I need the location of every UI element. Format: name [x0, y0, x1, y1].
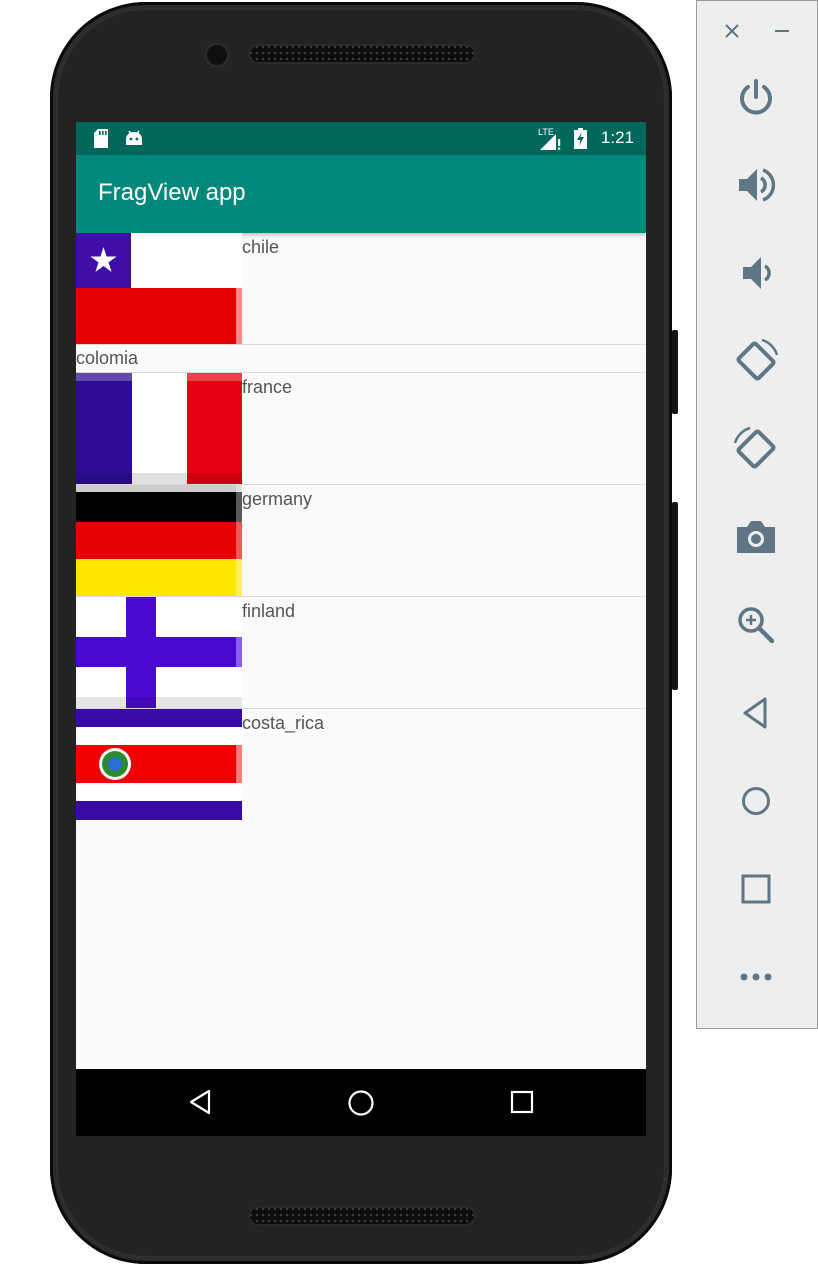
overview-icon — [741, 874, 771, 904]
top-speaker — [248, 44, 476, 64]
battery-icon — [574, 128, 587, 149]
back-icon[interactable] — [188, 1089, 214, 1115]
home-icon — [742, 787, 770, 815]
rotate-left-button[interactable] — [727, 332, 785, 390]
finland-flag — [76, 597, 242, 708]
rotate-left-icon — [736, 338, 779, 381]
list-item-label: germany — [242, 489, 313, 509]
list-item[interactable]: chile — [76, 233, 646, 345]
rotate-right-button[interactable] — [727, 420, 785, 478]
navigation-bar — [76, 1069, 646, 1136]
power-icon — [740, 79, 772, 115]
back-icon — [743, 697, 767, 729]
list-item-label: finland — [242, 601, 296, 621]
more-icon — [740, 973, 772, 981]
chile-flag — [76, 233, 242, 344]
emulator-home-button[interactable] — [727, 772, 785, 830]
volume-side-button[interactable] — [672, 502, 678, 690]
signal-icon — [540, 134, 561, 150]
app-bar: FragView app — [76, 155, 646, 233]
volume-down-icon — [743, 257, 771, 289]
recents-icon[interactable] — [510, 1090, 534, 1114]
emulator-back-button[interactable] — [727, 684, 785, 742]
list-item[interactable]: finland — [76, 597, 646, 709]
power-side-button[interactable] — [672, 330, 678, 414]
zoom-icon — [738, 607, 775, 644]
list-item[interactable]: germany — [76, 485, 646, 597]
status-bar: LTE 1:21 — [76, 122, 646, 155]
volume-up-button[interactable] — [727, 156, 785, 214]
volume-up-icon — [739, 168, 776, 202]
more-button[interactable] — [727, 948, 785, 1006]
close-icon[interactable] — [724, 23, 740, 39]
list-item-label: chile — [242, 237, 280, 257]
list-item[interactable]: france — [76, 373, 646, 485]
device-screen: LTE 1:21 FragView app chile colomia fran… — [76, 122, 646, 1136]
list-item[interactable]: colomia — [76, 345, 646, 373]
country-list: chile colomia france germany finland cos… — [76, 233, 646, 820]
app-title: FragView app — [98, 179, 246, 206]
sd-card-icon — [94, 129, 108, 148]
list-item[interactable]: costa_rica — [76, 709, 646, 820]
power-button[interactable] — [727, 69, 785, 127]
emulator-overview-button[interactable] — [727, 860, 785, 918]
france-flag — [76, 373, 242, 484]
minimize-icon[interactable] — [774, 23, 790, 39]
rotate-right-icon — [733, 426, 776, 469]
list-item-label: costa_rica — [242, 713, 325, 733]
camera-icon — [737, 521, 775, 553]
germany-flag — [76, 485, 242, 596]
list-item-label: france — [242, 377, 293, 397]
costa-rica-flag — [76, 709, 242, 820]
volume-down-button[interactable] — [727, 244, 785, 302]
list-item-label: colomia — [76, 348, 139, 368]
screenshot-button[interactable] — [727, 508, 785, 566]
bottom-speaker — [248, 1206, 476, 1226]
front-camera — [204, 42, 230, 68]
zoom-button[interactable] — [727, 596, 785, 654]
android-icon — [126, 130, 142, 145]
home-icon[interactable] — [347, 1089, 375, 1117]
clock: 1:21 — [600, 128, 634, 147]
emulator-toolbar — [696, 0, 818, 1029]
